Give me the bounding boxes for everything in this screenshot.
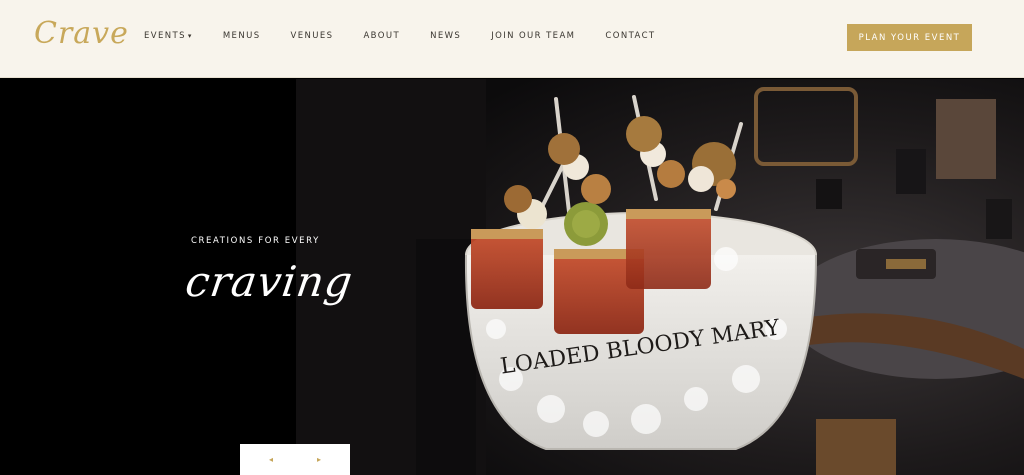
slider-controls: ◂ ▸ — [240, 444, 350, 475]
hero-title: craving — [182, 257, 357, 306]
chevron-down-icon: ▾ — [187, 32, 193, 40]
next-arrow-icon[interactable]: ▸ — [317, 455, 321, 464]
nav-item-join-our-team[interactable]: JOIN OUR TEAM — [491, 31, 575, 41]
hero-slider: LOADED BLOODY MARY CREATIONS FOR EVERY c… — [0, 79, 1024, 475]
main-nav: EVENTS ▾ MENUS VENUES ABOUT NEWS JOIN OUR… — [144, 31, 686, 41]
nav-item-menus[interactable]: MENUS — [223, 31, 261, 41]
nav-item-contact[interactable]: CONTACT — [605, 31, 655, 41]
nav-item-venues[interactable]: VENUES — [291, 31, 334, 41]
hero-image: LOADED BLOODY MARY — [296, 79, 1024, 475]
prev-arrow-icon[interactable]: ◂ — [269, 455, 273, 464]
hero-eyebrow: CREATIONS FOR EVERY — [191, 236, 320, 246]
nav-item-label: EVENTS — [144, 31, 186, 41]
plan-your-event-button[interactable]: PLAN YOUR EVENT — [847, 24, 972, 51]
site-header: Crave EVENTS ▾ MENUS VENUES ABOUT NEWS JO… — [0, 0, 1024, 78]
nav-item-events[interactable]: EVENTS ▾ — [144, 31, 193, 41]
nav-item-news[interactable]: NEWS — [430, 31, 461, 41]
nav-item-about[interactable]: ABOUT — [363, 31, 400, 41]
logo[interactable]: Crave — [34, 16, 129, 51]
